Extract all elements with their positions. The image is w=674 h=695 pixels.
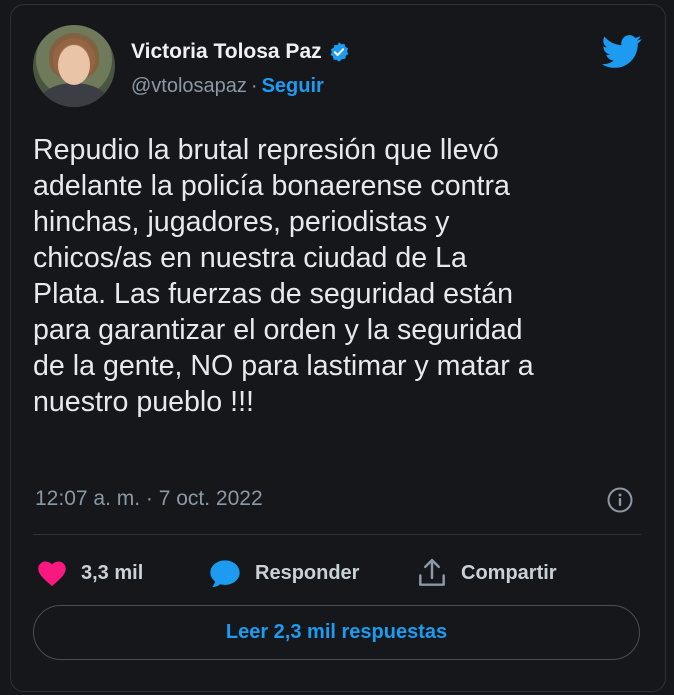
author-handle[interactable]: @vtolosapaz [131, 75, 247, 97]
author-name-row: Victoria Tolosa Paz [131, 40, 350, 64]
read-replies-button[interactable]: Leer 2,3 mil respuestas [33, 605, 640, 660]
author-name[interactable]: Victoria Tolosa Paz [131, 40, 322, 64]
share-upload-icon [417, 557, 447, 589]
tweet-text: Repudio la brutal represión que llevó ad… [33, 134, 534, 418]
divider [33, 534, 641, 535]
tweet-timestamp[interactable]: 12:07 a. m. · 7 oct. 2022 [35, 487, 263, 511]
avatar-shoulders [39, 83, 109, 107]
likes-count: 3,3 mil [81, 561, 144, 584]
handle-row: @vtolosapaz · Seguir [131, 75, 324, 98]
speech-bubble-icon [209, 558, 241, 588]
avatar-face [58, 45, 90, 85]
verified-badge-icon [328, 41, 350, 63]
separator-dot: · [250, 75, 258, 97]
tweet-card: Victoria Tolosa Paz @vtolosapaz · Seguir R… [10, 4, 666, 692]
actions-bar: 3,3 mil Responder Compartir [11, 553, 667, 593]
share-button[interactable]: Compartir [417, 553, 557, 593]
reply-button[interactable]: Responder [209, 553, 359, 593]
heart-icon [37, 559, 67, 587]
info-icon[interactable] [607, 487, 633, 518]
read-replies-label: Leer 2,3 mil respuestas [225, 621, 448, 643]
reply-label: Responder [255, 561, 360, 584]
share-label: Compartir [461, 561, 557, 584]
follow-button[interactable]: Seguir [262, 75, 324, 97]
twitter-bird-icon[interactable] [601, 35, 643, 74]
avatar[interactable] [33, 25, 115, 107]
like-button[interactable]: 3,3 mil [37, 553, 143, 593]
